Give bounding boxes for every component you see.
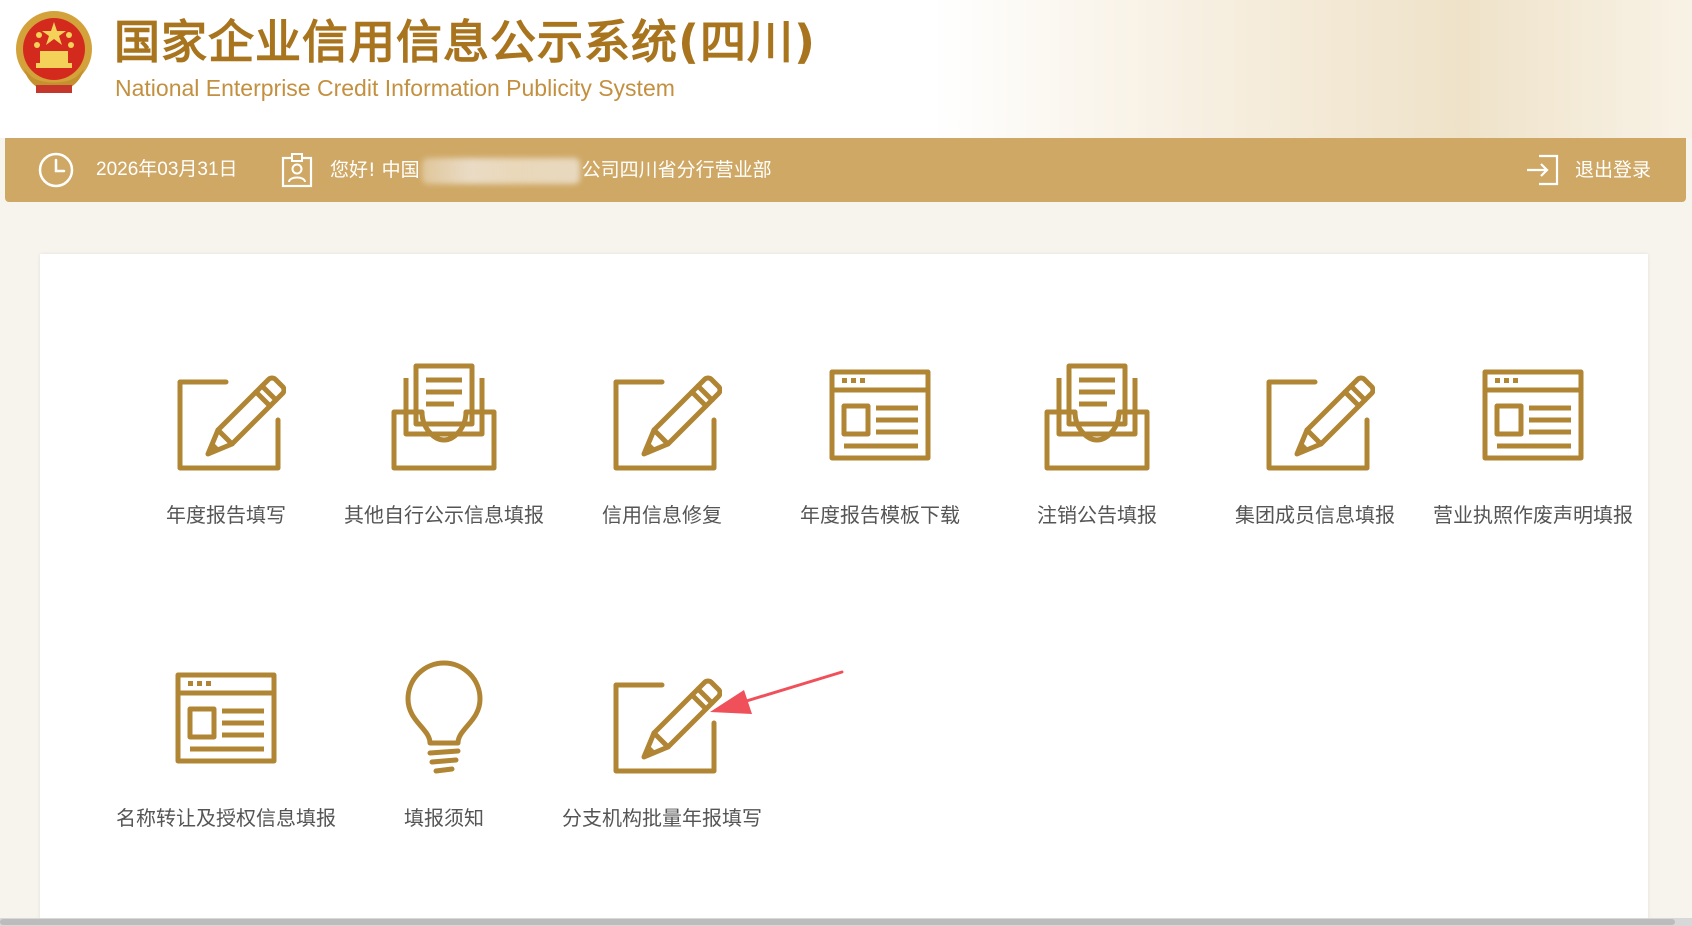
- menu-item-template-download[interactable]: 年度报告模板下载: [770, 356, 990, 528]
- page-title: 国家企业信用信息公示系统(四川): [114, 15, 817, 69]
- horizontal-scrollbar[interactable]: [0, 918, 1692, 926]
- mountain-background: [932, 0, 1692, 138]
- edit-form-icon: [602, 356, 722, 476]
- greeting-suffix: 公司四川省分行营业部: [581, 159, 772, 181]
- user-card-icon: [281, 153, 313, 188]
- page-subtitle-en: National Enterprise Credit Information P…: [115, 75, 675, 101]
- template-window-icon: [166, 659, 286, 779]
- lightbulb-icon: [384, 659, 504, 779]
- menu-item-other-publicity[interactable]: 其他自行公示信息填报: [334, 356, 554, 528]
- menu-item-label: 集团成员信息填报: [1235, 503, 1395, 527]
- scrollbar-thumb[interactable]: [0, 919, 1675, 925]
- menu-item-cancellation-notice[interactable]: 注销公告填报: [987, 356, 1207, 528]
- template-window-icon: [1473, 356, 1593, 476]
- menu-item-label: 名称转让及授权信息填报: [116, 806, 336, 830]
- menu-item-label: 注销公告填报: [1037, 503, 1157, 527]
- menu-item-label: 年度报告模板下载: [800, 503, 960, 527]
- greeting-prefix: 您好! 中国: [330, 159, 420, 181]
- edit-form-icon: [1255, 356, 1375, 476]
- menu-item-annual-report[interactable]: 年度报告填写: [116, 356, 336, 528]
- logout-button[interactable]: 退出登录: [1517, 148, 1677, 192]
- menu-item-label: 信用信息修复: [602, 503, 722, 527]
- function-panel: 年度报告填写 其他自行公示信息填报 信用信息修复 年度报告模板下载 注销公告填报…: [40, 254, 1648, 926]
- menu-item-credit-repair[interactable]: 信用信息修复: [552, 356, 772, 528]
- national-emblem-icon: [16, 11, 92, 93]
- logout-label: 退出登录: [1575, 159, 1652, 181]
- top-bar: 2026年03月31日 您好! 中国 公司四川省分行营业部 退出登录: [5, 138, 1686, 202]
- menu-item-filing-instructions[interactable]: 填报须知: [334, 659, 554, 831]
- menu-item-label: 分支机构批量年报填写: [562, 806, 762, 830]
- menu-item-label: 营业执照作废声明填报: [1433, 503, 1633, 527]
- menu-item-group-members[interactable]: 集团成员信息填报: [1205, 356, 1425, 528]
- inbox-document-icon: [1037, 356, 1157, 476]
- clock-icon: [38, 152, 74, 188]
- edit-form-icon: [166, 356, 286, 476]
- template-window-icon: [820, 356, 940, 476]
- menu-item-label: 填报须知: [404, 806, 484, 830]
- current-date: 2026年03月31日: [96, 159, 238, 180]
- blurred-company-name: [421, 157, 580, 184]
- menu-item-name-transfer[interactable]: 名称转让及授权信息填报: [116, 659, 336, 831]
- user-greeting: 您好! 中国 公司四川省分行营业部: [330, 156, 772, 184]
- menu-item-label: 年度报告填写: [166, 503, 286, 527]
- menu-item-license-invalidation[interactable]: 营业执照作废声明填报: [1423, 356, 1643, 528]
- menu-item-label: 其他自行公示信息填报: [344, 503, 544, 527]
- header: 国家企业信用信息公示系统(四川) National Enterprise Cre…: [0, 0, 1692, 138]
- inbox-document-icon: [384, 356, 504, 476]
- logout-icon: [1527, 154, 1559, 186]
- red-arrow-annotation: [710, 670, 844, 714]
